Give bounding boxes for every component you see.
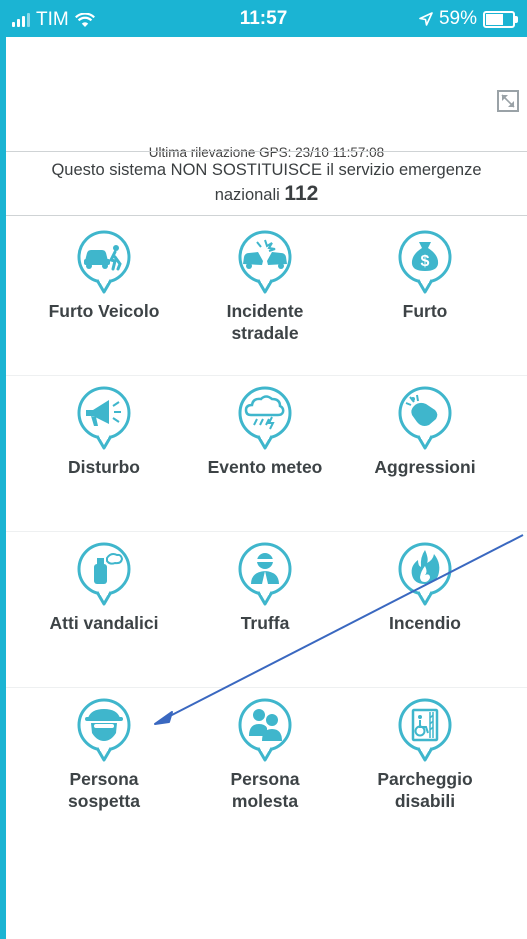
category-row: Persona sospetta Persona molesta Parcheg… [6,687,527,843]
divider-top [6,151,527,152]
category-parcheggio-disabili[interactable]: Parcheggio disabili [340,687,510,812]
storm-cloud-icon [238,386,292,450]
category-label: Disturbo [68,457,140,477]
category-furto[interactable]: $ Furto [340,219,510,322]
category-label: Truffa [240,613,290,633]
category-persona-sospetta[interactable]: Persona sospetta [19,687,189,812]
status-right: 59% [419,8,518,30]
category-aggressioni[interactable]: Aggressioni [340,375,510,478]
svg-text:$: $ [421,253,430,270]
battery-icon [483,10,518,28]
suspicious-person-icon [77,698,131,762]
category-row: Atti vandalici Truffa Incendio [6,531,527,688]
people-icon [238,698,292,762]
category-evento-meteo[interactable]: Evento meteo [180,375,350,478]
status-bar: TIM 11:57 59% [0,0,527,37]
fist-icon [398,386,452,450]
expand-button[interactable] [497,90,519,112]
category-label: Furto [402,301,448,321]
category-label: Incidente stradale [226,301,304,343]
emergency-number: 112 [284,182,319,205]
category-label: Persona molesta [230,769,300,811]
category-label: Incendio [389,613,461,633]
category-atti-vandalici[interactable]: Atti vandalici [19,531,189,634]
notice-text: Questo sistema NON SOSTITUISCE il serviz… [51,161,482,204]
category-row: Disturbo Evento meteo Aggressioni [6,375,527,532]
category-furto-veicolo[interactable]: Furto Veicolo [19,219,189,322]
megaphone-icon [77,386,131,450]
battery-percent: 59% [438,8,477,29]
car-crash-icon [238,230,292,294]
expand-icon [501,94,515,108]
category-incendio[interactable]: Incendio [340,531,510,634]
emergency-notice: Questo sistema NON SOSTITUISCE il serviz… [26,158,507,207]
divider-notice [6,215,527,216]
category-row: Furto Veicolo Incidente stradale $ Furto [6,219,527,376]
category-label: Persona sospetta [68,769,140,811]
main-panel: Ultima rilevazione GPS: 23/10 11:57:08 Q… [6,37,527,939]
category-incidente-stradale[interactable]: Incidente stradale [180,219,350,344]
category-truffa[interactable]: Truffa [180,531,350,634]
fire-icon [398,542,452,606]
disabled-parking-icon [398,698,452,762]
category-disturbo[interactable]: Disturbo [19,375,189,478]
category-label: Aggressioni [374,457,476,477]
category-label: Parcheggio disabili [377,769,473,811]
money-bag-icon: $ [398,230,452,294]
category-label: Atti vandalici [49,613,159,633]
masked-person-icon [238,542,292,606]
category-persona-molesta[interactable]: Persona molesta [180,687,350,812]
car-theft-icon [77,230,131,294]
category-label: Evento meteo [207,457,323,477]
category-label: Furto Veicolo [48,301,160,321]
location-arrow-icon [419,12,433,26]
spray-can-icon [77,542,131,606]
